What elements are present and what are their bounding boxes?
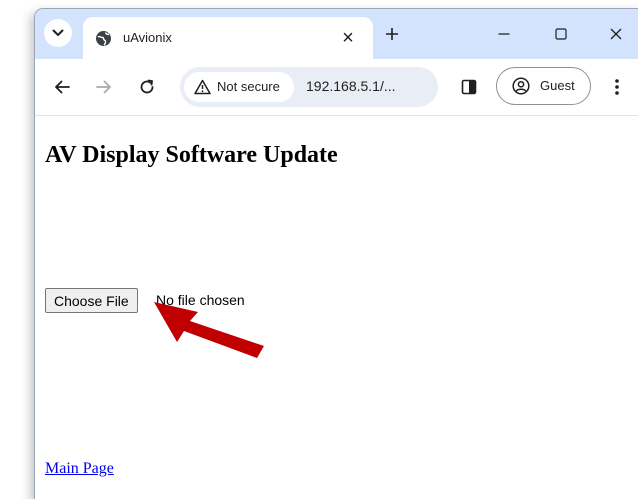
browser-window: uAvionix × Not secure 192.168.5.1/... Gu… (34, 8, 638, 499)
warning-icon (194, 79, 211, 95)
maximize-button[interactable] (550, 23, 572, 45)
side-panel-icon (461, 79, 477, 95)
side-panel-button[interactable] (457, 75, 481, 99)
minimize-icon (498, 33, 510, 35)
minimize-button[interactable] (493, 23, 515, 45)
url-text[interactable]: 192.168.5.1/... (306, 78, 396, 94)
security-label: Not secure (217, 79, 280, 94)
maximize-icon (555, 28, 567, 40)
menu-button[interactable] (605, 75, 629, 99)
profile-label: Guest (540, 78, 575, 93)
forward-button[interactable] (92, 75, 116, 99)
tab-strip: uAvionix × (35, 9, 638, 59)
back-arrow-icon (55, 80, 70, 94)
globe-icon (96, 31, 111, 46)
address-bar[interactable]: Not secure 192.168.5.1/... (180, 67, 438, 107)
reload-button[interactable] (135, 75, 159, 99)
site-info-chip[interactable]: Not secure (184, 72, 294, 102)
choose-file-button[interactable]: Choose File (45, 288, 138, 313)
close-window-button[interactable] (605, 23, 627, 45)
plus-icon (386, 28, 398, 40)
tab-title: uAvionix (123, 30, 172, 45)
chevron-down-icon (52, 29, 64, 36)
reload-icon (140, 79, 154, 94)
page-title: AV Display Software Update (45, 142, 338, 168)
forward-arrow-icon (96, 80, 111, 94)
guest-profile-icon (512, 77, 530, 95)
more-vertical-icon (615, 79, 619, 95)
page-content: AV Display Software Update Choose File N… (35, 116, 638, 499)
arrow-icon (154, 302, 264, 358)
browser-toolbar: Not secure 192.168.5.1/... Guest (35, 59, 638, 116)
tab-uavionix[interactable]: uAvionix × (83, 17, 373, 59)
new-tab-button[interactable] (381, 23, 403, 45)
close-icon (610, 28, 622, 40)
main-page-link[interactable]: Main Page (45, 460, 114, 478)
close-tab-icon[interactable]: × (337, 27, 359, 49)
back-button[interactable] (50, 75, 74, 99)
tab-search-button[interactable] (44, 19, 72, 47)
profile-button[interactable]: Guest (496, 67, 591, 105)
